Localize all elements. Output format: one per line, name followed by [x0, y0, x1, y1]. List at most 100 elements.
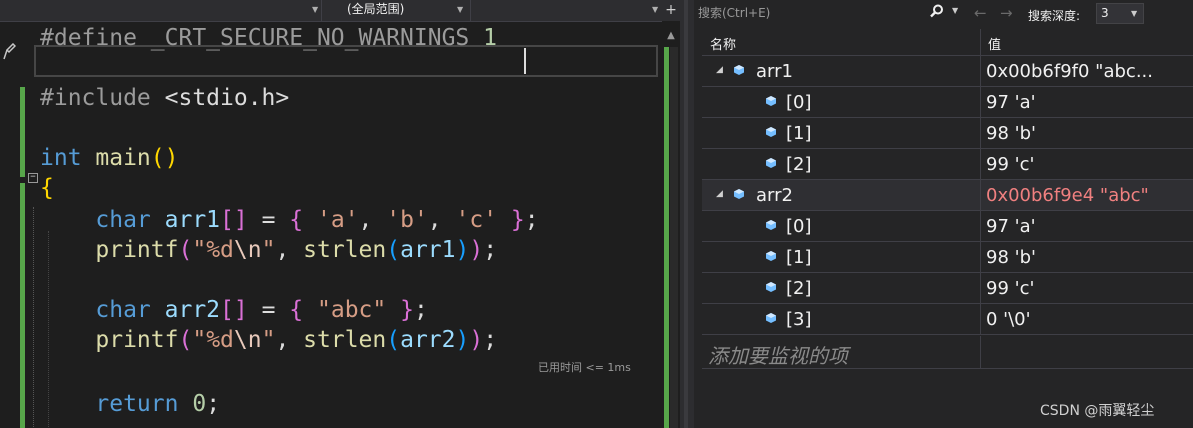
- watch-toolbar: 搜索(Ctrl+E) ▼ ← → 搜索深度: 3 ▼: [694, 0, 1193, 29]
- watch-row[interactable]: ◢ arr1 0x00b6f9f0 "abc...: [702, 56, 1193, 87]
- member-dropdown[interactable]: ▼: [472, 0, 662, 21]
- code-token: ,: [427, 207, 456, 233]
- code-token: #include: [40, 85, 165, 111]
- code-line[interactable]: return 0;: [40, 391, 220, 417]
- watch-row[interactable]: [1] 98 'b': [702, 242, 1193, 273]
- code-token: return: [95, 391, 193, 417]
- watch-row[interactable]: [1] 98 'b': [702, 118, 1193, 149]
- watch-row[interactable]: ◢ arr2 0x00b6f9e4 "abc": [702, 180, 1193, 211]
- code-token: char: [95, 297, 165, 323]
- code-area[interactable]: − #define _CRT_SECURE_NO_WARNINGS 1 #inc…: [0, 21, 662, 428]
- watch-value[interactable]: 98 'b': [986, 123, 1036, 144]
- watch-name[interactable]: [0]: [786, 216, 812, 237]
- code-token: "abc": [317, 297, 387, 323]
- pin-icon: [2, 42, 17, 63]
- add-watch-placeholder[interactable]: 添加要监视的项: [708, 340, 848, 369]
- variable-icon: [766, 220, 776, 230]
- code-token: main: [95, 145, 151, 171]
- collapse-toggle-icon[interactable]: −: [28, 173, 38, 183]
- watch-name[interactable]: arr2: [756, 185, 793, 206]
- code-token: arr2: [164, 297, 221, 323]
- variable-icon: [734, 65, 744, 75]
- scroll-up-icon[interactable]: ▲: [662, 29, 680, 43]
- watch-name[interactable]: arr1: [756, 61, 793, 82]
- perf-tip[interactable]: 已用时间 <= 1ms: [538, 359, 631, 375]
- search-input[interactable]: 搜索(Ctrl+E): [698, 2, 960, 24]
- watch-name[interactable]: [0]: [786, 92, 812, 113]
- chevron-down-icon: ▼: [1131, 9, 1138, 18]
- column-resize-handle[interactable]: [980, 29, 981, 55]
- code-token: 'a': [317, 207, 359, 233]
- code-line[interactable]: {: [40, 175, 54, 201]
- code-token: 0: [192, 391, 207, 417]
- text-cursor: [524, 48, 526, 74]
- code-line[interactable]: #include <stdio.h>: [40, 85, 289, 111]
- scrollbar-thumb[interactable]: [670, 47, 678, 428]
- watch-row[interactable]: [2] 99 'c': [702, 149, 1193, 180]
- code-token: "%d: [192, 327, 234, 353]
- watch-value[interactable]: 0 '\0': [986, 309, 1031, 330]
- split-window-button[interactable]: +: [662, 0, 680, 21]
- cell-separator: [980, 304, 981, 334]
- vertical-scrollbar[interactable]: ▲: [662, 21, 680, 428]
- variable-icon: [766, 96, 776, 106]
- watch-value[interactable]: 0x00b6f9f0 "abc...: [986, 61, 1153, 82]
- code-token: }: [510, 207, 525, 233]
- watch-row[interactable]: [0] 97 'a': [702, 87, 1193, 118]
- watch-name[interactable]: [3]: [786, 309, 812, 330]
- variable-icon: [766, 158, 776, 168]
- search-icon[interactable]: [930, 3, 944, 22]
- add-watch-row[interactable]: 添加要监视的项: [702, 336, 1193, 369]
- watch-value[interactable]: 0x00b6f9e4 "abc": [986, 185, 1149, 206]
- code-token: arr1: [164, 207, 221, 233]
- project-dropdown[interactable]: ▼: [0, 0, 322, 21]
- code-token: ": [261, 237, 276, 263]
- code-line[interactable]: printf("%d\n", strlen(arr1));: [40, 237, 497, 263]
- chevron-down-icon: ▼: [457, 5, 464, 14]
- code-line[interactable]: int main(): [40, 145, 178, 171]
- watch-value[interactable]: 97 'a': [986, 216, 1036, 237]
- column-header-value[interactable]: 值: [988, 34, 1001, 53]
- code-token: {: [289, 297, 304, 323]
- code-token: []: [220, 297, 248, 323]
- variable-icon: [766, 251, 776, 261]
- code-token: {: [289, 207, 304, 233]
- back-arrow-icon[interactable]: ←: [974, 4, 987, 22]
- watch-name[interactable]: [1]: [786, 247, 812, 268]
- watch-value[interactable]: 98 'b': [986, 247, 1036, 268]
- expand-toggle-icon[interactable]: ◢: [716, 65, 723, 75]
- code-line[interactable]: printf("%d\n", strlen(arr2));: [40, 327, 497, 353]
- forward-arrow-icon[interactable]: →: [1000, 4, 1013, 22]
- watch-row[interactable]: [2] 99 'c': [702, 273, 1193, 304]
- cell-separator: [980, 336, 981, 369]
- chevron-down-icon[interactable]: ▼: [952, 6, 958, 15]
- code-line[interactable]: char arr1[] = { 'a', 'b', 'c' };: [40, 207, 538, 233]
- code-editor[interactable]: ▼ (全局范围) ▼ ▼ + − #define _CRT_SECURE_NO_…: [0, 0, 680, 428]
- search-depth-select[interactable]: 3 ▼: [1096, 3, 1144, 24]
- watch-name[interactable]: [2]: [786, 154, 812, 175]
- watch-value[interactable]: 99 'c': [986, 154, 1034, 175]
- code-token: =: [247, 297, 290, 323]
- code-token: char: [95, 207, 165, 233]
- code-token: "%d: [192, 237, 234, 263]
- scope-dropdown[interactable]: (全局范围) ▼: [323, 0, 471, 21]
- watch-value[interactable]: 97 'a': [986, 92, 1036, 113]
- watch-row[interactable]: [0] 97 'a': [702, 211, 1193, 242]
- scope-guide-line: [33, 207, 34, 428]
- watch-column-header: 名称 值: [702, 29, 1193, 56]
- column-header-name[interactable]: 名称: [710, 34, 736, 53]
- watch-row[interactable]: [3] 0 '\0': [702, 304, 1193, 335]
- pane-splitter[interactable]: [680, 0, 694, 428]
- watch-name[interactable]: [1]: [786, 123, 812, 144]
- expand-toggle-icon[interactable]: ◢: [716, 189, 723, 199]
- code-line[interactable]: char arr2[] = { "abc" };: [40, 297, 427, 323]
- watch-name[interactable]: [2]: [786, 278, 812, 299]
- cell-separator: [980, 211, 981, 241]
- code-token: strlen: [303, 327, 387, 353]
- watch-value[interactable]: 99 'c': [986, 278, 1034, 299]
- code-line[interactable]: #define _CRT_SECURE_NO_WARNINGS 1: [40, 25, 497, 51]
